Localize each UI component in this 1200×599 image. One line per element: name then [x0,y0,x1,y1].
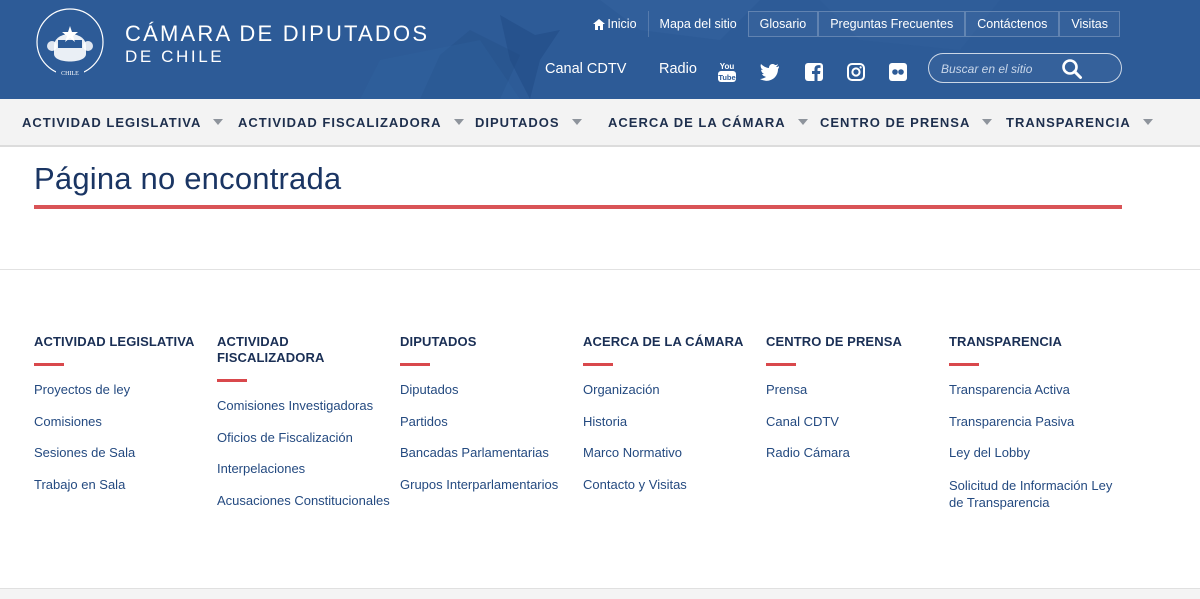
radio-link[interactable]: Radio [659,61,697,77]
home-icon [593,18,606,30]
content-footer-separator [0,269,1200,270]
facebook-icon[interactable] [804,62,824,82]
footer-heading: TRANSPARENCIA [949,334,1063,349]
nav-actividad-legislativa[interactable]: ACTIVIDAD LEGISLATIVA [22,99,224,145]
footer-column-actividad-legislativa: ACTIVIDAD LEGISLATIVA Proyectos de ley C… [34,334,206,508]
footer-link[interactable]: Transparencia Pasiva [949,414,1129,430]
footer-heading: ACERCA DE LA CÁMARA [583,334,744,349]
nav-centro-de-prensa[interactable]: CENTRO DE PRENSA [820,99,993,145]
canal-cdtv-link[interactable]: Canal CDTV [545,61,626,77]
caret-down-icon [571,119,582,125]
top-link-contactenos[interactable]: Contáctenos [965,11,1060,37]
footer-link[interactable]: Sesiones de Sala [34,445,206,461]
top-link-label: Inicio [607,17,637,31]
nav-transparencia[interactable]: TRANSPARENCIA [1006,99,1153,145]
footer-heading: DIPUTADOS [400,334,477,349]
footer-column-centro-de-prensa: CENTRO DE PRENSA Prensa Canal CDTV Radio… [766,334,938,477]
footer-link[interactable]: Bancadas Parlamentarias [400,445,572,461]
twitter-icon[interactable] [760,62,780,82]
footer-link[interactable]: Canal CDTV [766,414,938,430]
footer-heading-bar [400,363,430,366]
site-header: CHILE CÁMARA DE DIPUTADOS DE CHILE Inici… [0,0,1200,99]
nav-label: ACERCA DE LA CÁMARA [608,114,786,130]
footer-column-transparencia: TRANSPARENCIA Transparencia Activa Trans… [949,334,1129,526]
footer-heading-bar [949,363,979,366]
top-link-mapa-del-sitio[interactable]: Mapa del sitio [647,11,748,37]
footer-heading: ACTIVIDAD LEGISLATIVA [34,334,195,349]
top-link-visitas[interactable]: Visitas [1059,11,1120,37]
footer-link[interactable]: Solicitud de Información Ley de Transpar… [949,477,1129,511]
footer-link[interactable]: Comisiones [34,414,206,430]
footer-link[interactable]: Ley del Lobby [949,445,1129,461]
caret-down-icon [1142,119,1153,125]
svg-text:Tube: Tube [718,73,735,82]
footer-link[interactable]: Trabajo en Sala [34,477,206,493]
caret-down-icon [453,119,464,125]
footer-link[interactable]: Oficios de Fiscalización [217,430,397,446]
search-icon[interactable] [1061,58,1083,80]
title-divider [34,205,1122,209]
footer-heading-bar [766,363,796,366]
youtube-icon[interactable]: You Tube [717,62,737,82]
nav-diputados[interactable]: DIPUTADOS [475,99,582,145]
flickr-icon[interactable] [888,62,908,82]
nav-label: ACTIVIDAD FISCALIZADORA [238,114,442,130]
site-search [928,53,1122,83]
page-title: Página no encontrada [34,161,342,196]
search-input[interactable] [941,60,1071,78]
footer-link[interactable]: Grupos Interparlamentarios [400,477,572,493]
caret-down-icon [797,119,808,125]
footer-link[interactable]: Prensa [766,382,938,398]
top-link-preguntas-frecuentes[interactable]: Preguntas Frecuentes [818,11,966,37]
footer-link[interactable]: Radio Cámara [766,445,938,461]
top-link-glosario[interactable]: Glosario [747,11,819,37]
svg-text:You: You [720,62,735,71]
nav-label: TRANSPARENCIA [1006,114,1131,130]
footer-link[interactable]: Partidos [400,414,572,430]
svg-text:CHILE: CHILE [61,71,79,77]
footer-link[interactable]: Contacto y Visitas [583,477,755,493]
footer-link[interactable]: Diputados [400,382,572,398]
utility-links: Inicio Mapa del sitio Glosario Preguntas… [582,11,1120,37]
footer-column-acerca-de-la-camara: ACERCA DE LA CÁMARA Organización Histori… [583,334,755,508]
nav-label: ACTIVIDAD LEGISLATIVA [22,114,202,130]
top-link-inicio[interactable]: Inicio [582,11,647,37]
footer-heading: CENTRO DE PRENSA [766,334,902,349]
bottom-strip [0,588,1200,599]
footer-link[interactable]: Marco Normativo [583,445,755,461]
footer-link[interactable]: Historia [583,414,755,430]
site-subtitle[interactable]: DE CHILE [125,47,224,67]
footer-heading: ACTIVIDAD FISCALIZADORA [217,334,325,365]
footer-link[interactable]: Transparencia Activa [949,382,1129,398]
footer-heading-bar [583,363,613,366]
footer-column-diputados: DIPUTADOS Diputados Partidos Bancadas Pa… [400,334,572,508]
footer-link[interactable]: Acusaciones Constitucionales [217,493,397,509]
nav-label: CENTRO DE PRENSA [820,114,971,130]
main-navigation: ACTIVIDAD LEGISLATIVA ACTIVIDAD FISCALIZ… [0,99,1200,147]
nav-actividad-fiscalizadora[interactable]: ACTIVIDAD FISCALIZADORA [238,99,464,145]
footer-heading-bar [34,363,64,366]
footer-link[interactable]: Comisiones Investigadoras [217,398,397,414]
footer-heading-bar [217,379,247,382]
camara-seal-logo[interactable]: CHILE [32,6,108,82]
caret-down-icon [213,119,224,125]
caret-down-icon [982,119,993,125]
nav-acerca-de-la-camara[interactable]: ACERCA DE LA CÁMARA [608,99,808,145]
instagram-icon[interactable] [846,62,866,82]
nav-label: DIPUTADOS [475,114,560,130]
site-title[interactable]: CÁMARA DE DIPUTADOS [125,22,429,46]
footer-link[interactable]: Organización [583,382,755,398]
footer-column-actividad-fiscalizadora: ACTIVIDAD FISCALIZADORA Comisiones Inves… [217,334,390,524]
footer-link[interactable]: Interpelaciones [217,461,397,477]
footer-link[interactable]: Proyectos de ley [34,382,206,398]
